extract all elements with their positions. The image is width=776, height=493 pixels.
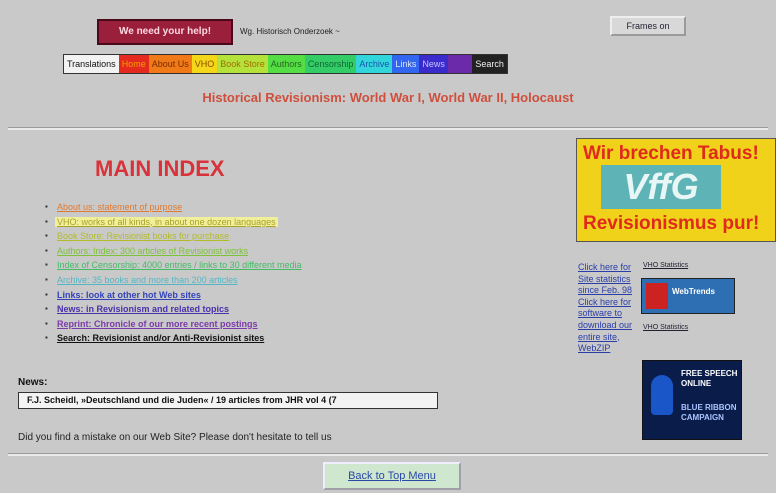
index-list-item[interactable]: ▪ Book Store: Revisionist books for purch… (45, 229, 303, 244)
nav-item-book-store[interactable]: Book Store (217, 55, 268, 73)
statistics-badge[interactable]: WebTrends (641, 278, 735, 314)
bullet-icon: ▪ (45, 274, 48, 284)
bullet-icon: ▪ (45, 318, 48, 328)
bullet-icon: ▪ (45, 333, 48, 343)
main-index-list: ▪ About us: statement of purpose ▪ VHO: wor… (45, 200, 303, 346)
frames-button[interactable]: Frames on (610, 16, 686, 36)
index-link[interactable]: Index of Censorship: 4000 entries / link… (55, 260, 303, 270)
nav-item-censorship[interactable]: Censorship (304, 55, 357, 73)
vffg-logo: VffG (601, 165, 721, 209)
urgent-note: Wg. Historisch Onderzoek ~ (240, 27, 340, 36)
blue-ribbon-icon (651, 375, 673, 415)
index-list-item[interactable]: ▪ Authors: Index: 300 articles of Revisio… (45, 244, 303, 259)
nav-bar: Translations Home About Us VHO Book Store Aut… (63, 54, 508, 74)
index-list-item[interactable]: ▪ News: in Revisionism and related topics (45, 302, 303, 317)
nav-item-translations[interactable]: Translations (64, 55, 119, 73)
nav-item-links[interactable]: Links (392, 55, 420, 73)
page-title: MAIN INDEX (95, 156, 225, 181)
index-link[interactable]: Archive: 35 books and more than 200 arti… (55, 275, 240, 285)
nav-item-about-us[interactable]: About Us (148, 55, 192, 73)
statistics-label-2[interactable]: VHO Statistics (643, 324, 688, 331)
free-speech-badge[interactable]: FREE SPEECH ONLINE BLUE RIBBON CAMPAIGN (642, 360, 742, 440)
index-link[interactable]: Links: look at other hot Web sites (55, 290, 203, 300)
mistake-note: Did you find a mistake on our Web Site? … (18, 432, 332, 443)
news-ticker[interactable]: F.J. Scheidl, »Deutschland und die Juden… (18, 392, 438, 409)
bullet-icon: ▪ (45, 289, 48, 299)
news-label: News: (18, 377, 48, 388)
bullet-icon: ▪ (45, 245, 48, 255)
index-list-item[interactable]: ▪ VHO: works of all kinds, in about one d… (45, 215, 303, 230)
index-list-item[interactable]: ▪ Archive: 35 books and more than 200 art… (45, 273, 303, 288)
index-link[interactable]: Reprint: Chronicle of our more recent po… (55, 319, 260, 329)
nav-item-news[interactable]: News (419, 55, 448, 73)
statistics-label[interactable]: VHO Statistics (643, 262, 688, 269)
bullet-icon: ▪ (45, 231, 48, 241)
divider-top (8, 127, 768, 130)
index-link[interactable]: Authors: Index: 300 articles of Revision… (55, 246, 250, 256)
back-to-top-button[interactable]: Back to Top Menu (323, 462, 461, 490)
blue-ribbon-text: BLUE RIBBON CAMPAIGN (681, 403, 737, 422)
index-link[interactable]: About us: statement of purpose (55, 202, 184, 212)
urgent-help-button[interactable]: We need your help! (97, 19, 233, 45)
bullet-icon: ▪ (45, 304, 48, 314)
nav-item-vho[interactable]: VHO (191, 55, 218, 73)
index-list-item[interactable]: ▪ Search: Revisionist and/or Anti-Revisio… (45, 331, 303, 346)
nav-item-search[interactable]: Search (472, 55, 507, 73)
index-link[interactable]: VHO: works of all kinds, in about one do… (55, 216, 278, 227)
index-list-item[interactable]: ▪ Reprint: Chronicle of our more recent p… (45, 317, 303, 332)
bullet-icon: ▪ (45, 202, 48, 211)
nav-item-archive[interactable]: Archive (356, 55, 393, 73)
bullet-icon: ▪ (45, 216, 48, 226)
nav-item-authors[interactable]: Authors (267, 55, 305, 73)
divider-bottom (8, 453, 768, 456)
free-speech-text: FREE SPEECH ONLINE (681, 369, 738, 388)
statistics-badge-text: WebTrends (672, 287, 715, 296)
index-link[interactable]: Book Store: Revisionist books for purcha… (55, 231, 231, 241)
bullet-icon: ▪ (45, 260, 48, 270)
index-list-item[interactable]: ▪ Links: look at other hot Web sites (45, 288, 303, 303)
index-link[interactable]: News: in Revisionism and related topics (55, 304, 231, 314)
page-subtitle: Historical Revisionism: World War I, Wor… (202, 90, 574, 105)
nav-item-home[interactable]: Home (118, 55, 149, 73)
vffg-banner-top-text: Wir brechen Tabus! (583, 143, 759, 164)
vffg-banner[interactable]: Wir brechen Tabus! VffG Revisionismus pu… (576, 138, 776, 242)
vffg-banner-bottom-text: Revisionismus pur! (583, 213, 760, 234)
index-list-item[interactable]: ▪ Index of Censorship: 4000 entries / lin… (45, 258, 303, 273)
statistics-badge-icon (646, 283, 668, 309)
statistics-links[interactable]: Click here for Site statistics since Feb… (578, 262, 640, 355)
index-link[interactable]: Search: Revisionist and/or Anti-Revision… (55, 333, 266, 343)
nav-item-help[interactable]: Help (447, 55, 473, 73)
index-list-item[interactable]: ▪ About us: statement of purpose (45, 200, 303, 215)
